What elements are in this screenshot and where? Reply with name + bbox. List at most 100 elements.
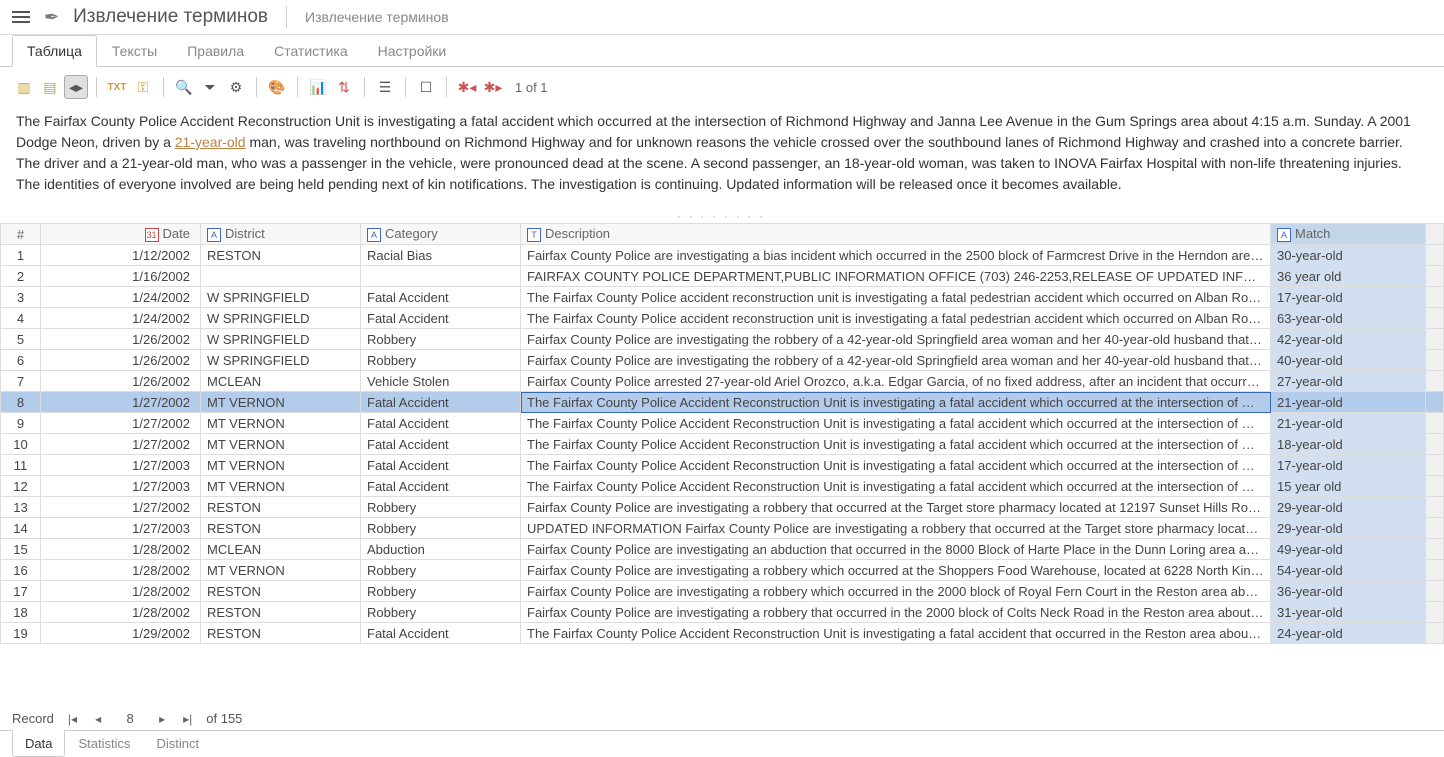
cell-col-num[interactable]: 8 (1, 392, 41, 413)
toolbar-btn-sort-icon[interactable]: ⇅ (332, 75, 356, 99)
horizontal-splitter[interactable]: • • • • • • • • (0, 215, 1444, 223)
cell-col-num[interactable]: 15 (1, 539, 41, 560)
nav-next-icon[interactable]: ▸ (155, 712, 169, 726)
cell-col-match[interactable]: 29-year-old (1271, 518, 1426, 539)
nav-last-icon[interactable]: ▸| (179, 712, 196, 726)
cell-col-district[interactable]: MT VERNON (201, 476, 361, 497)
cell-col-district[interactable]: W SPRINGFIELD (201, 350, 361, 371)
cell-col-description[interactable]: The Fairfax County Police accident recon… (521, 287, 1271, 308)
cell-col-district[interactable]: MT VERNON (201, 413, 361, 434)
table-row[interactable]: 31/24/2002W SPRINGFIELDFatal AccidentThe… (1, 287, 1444, 308)
cell-col-category[interactable]: Robbery (361, 350, 521, 371)
cell-col-match[interactable]: 17-year-old (1271, 287, 1426, 308)
cell-col-match[interactable]: 36-year-old (1271, 581, 1426, 602)
cell-col-district[interactable]: RESTON (201, 518, 361, 539)
cell-col-date[interactable]: 1/27/2002 (41, 497, 201, 518)
cell-col-date[interactable]: 1/26/2002 (41, 329, 201, 350)
cell-col-category[interactable]: Fatal Accident (361, 623, 521, 644)
cell-col-district[interactable]: W SPRINGFIELD (201, 287, 361, 308)
cell-col-district[interactable]: MT VERNON (201, 560, 361, 581)
toolbar-btn-fit-icon[interactable]: ◂▸ (64, 75, 88, 99)
cell-col-date[interactable]: 1/26/2002 (41, 350, 201, 371)
cell-col-match[interactable]: 15 year old (1271, 476, 1426, 497)
cell-col-description[interactable]: The Fairfax County Police Accident Recon… (521, 455, 1271, 476)
cell-col-match[interactable]: 31-year-old (1271, 602, 1426, 623)
cell-col-num[interactable]: 4 (1, 308, 41, 329)
cell-col-match[interactable]: 18-year-old (1271, 434, 1426, 455)
cell-col-description[interactable]: Fairfax County Police are investigating … (521, 245, 1271, 266)
cell-col-description[interactable]: Fairfax County Police are investigating … (521, 329, 1271, 350)
cell-col-description[interactable]: The Fairfax County Police Accident Recon… (521, 623, 1271, 644)
nav-first-icon[interactable]: |◂ (64, 712, 81, 726)
toolbar-btn-checkbox-icon[interactable]: ☐ (414, 75, 438, 99)
cell-col-num[interactable]: 19 (1, 623, 41, 644)
cell-col-district[interactable]: MT VERNON (201, 434, 361, 455)
cell-col-date[interactable]: 1/28/2002 (41, 581, 201, 602)
table-row[interactable]: 121/27/2003MT VERNONFatal AccidentThe Fa… (1, 476, 1444, 497)
cell-col-description[interactable]: Fairfax County Police are investigating … (521, 539, 1271, 560)
cell-col-date[interactable]: 1/28/2002 (41, 602, 201, 623)
toolbar-btn-key-icon[interactable]: ⚿ (131, 75, 155, 99)
cell-col-description[interactable]: The Fairfax County Police Accident Recon… (521, 476, 1271, 497)
cell-col-category[interactable]: Robbery (361, 329, 521, 350)
cell-col-category[interactable]: Racial Bias (361, 245, 521, 266)
cell-col-district[interactable]: MCLEAN (201, 371, 361, 392)
cell-col-category[interactable]: Fatal Accident (361, 308, 521, 329)
cell-col-match[interactable]: 40-year-old (1271, 350, 1426, 371)
header-category[interactable]: ACategory (361, 224, 521, 245)
cell-col-description[interactable]: Fairfax County Police arrested 27-year-o… (521, 371, 1271, 392)
cell-col-district[interactable] (201, 266, 361, 287)
cell-col-description[interactable]: Fairfax County Police are investigating … (521, 560, 1271, 581)
tab-0[interactable]: Таблица (12, 35, 97, 67)
cell-col-district[interactable]: RESTON (201, 581, 361, 602)
cell-col-num[interactable]: 18 (1, 602, 41, 623)
cell-col-description[interactable]: The Fairfax County Police Accident Recon… (521, 413, 1271, 434)
table-row[interactable]: 191/29/2002RESTONFatal AccidentThe Fairf… (1, 623, 1444, 644)
cell-col-description[interactable]: Fairfax County Police are investigating … (521, 602, 1271, 623)
cell-col-description[interactable]: The Fairfax County Police accident recon… (521, 308, 1271, 329)
toolbar-btn-gear-icon[interactable]: ⚙ (224, 75, 248, 99)
cell-col-district[interactable]: MT VERNON (201, 392, 361, 413)
table-row[interactable]: 91/27/2002MT VERNONFatal AccidentThe Fai… (1, 413, 1444, 434)
cell-col-district[interactable]: W SPRINGFIELD (201, 329, 361, 350)
cell-col-district[interactable]: W SPRINGFIELD (201, 308, 361, 329)
header-match[interactable]: AMatch (1271, 224, 1426, 245)
header-num[interactable]: # (1, 224, 41, 245)
cell-col-description[interactable]: The Fairfax County Police Accident Recon… (521, 392, 1271, 413)
cell-col-match[interactable]: 17-year-old (1271, 455, 1426, 476)
cell-col-description[interactable]: UPDATED INFORMATION Fairfax County Polic… (521, 518, 1271, 539)
toolbar-btn-list-icon[interactable]: ☰ (373, 75, 397, 99)
preview-highlight-link[interactable]: 21-year-old (175, 134, 246, 150)
cell-col-category[interactable]: Fatal Accident (361, 434, 521, 455)
cell-col-description[interactable]: FAIRFAX COUNTY POLICE DEPARTMENT,PUBLIC … (521, 266, 1271, 287)
cell-col-num[interactable]: 16 (1, 560, 41, 581)
cell-col-date[interactable]: 1/24/2002 (41, 287, 201, 308)
cell-col-district[interactable]: RESTON (201, 245, 361, 266)
cell-col-category[interactable]: Fatal Accident (361, 476, 521, 497)
cell-col-date[interactable]: 1/27/2002 (41, 392, 201, 413)
table-row[interactable]: 81/27/2002MT VERNONFatal AccidentThe Fai… (1, 392, 1444, 413)
toolbar-btn-columns-icon[interactable]: ▥ (12, 75, 36, 99)
cell-col-category[interactable]: Vehicle Stolen (361, 371, 521, 392)
tab-1[interactable]: Тексты (97, 35, 172, 67)
cell-col-description[interactable]: Fairfax County Police are investigating … (521, 497, 1271, 518)
cell-col-category[interactable]: Robbery (361, 602, 521, 623)
cell-col-category[interactable]: Robbery (361, 560, 521, 581)
tab-2[interactable]: Правила (172, 35, 259, 67)
toolbar-btn-palette-icon[interactable]: 🎨 (265, 75, 289, 99)
cell-col-num[interactable]: 12 (1, 476, 41, 497)
cell-col-district[interactable]: MCLEAN (201, 539, 361, 560)
cell-col-category[interactable]: Robbery (361, 497, 521, 518)
hamburger-menu-icon[interactable] (8, 7, 34, 27)
tab-3[interactable]: Статистика (259, 35, 363, 67)
cell-col-date[interactable]: 1/29/2002 (41, 623, 201, 644)
cell-col-num[interactable]: 10 (1, 434, 41, 455)
cell-col-match[interactable]: 29-year-old (1271, 497, 1426, 518)
table-row[interactable]: 111/27/2003MT VERNONFatal AccidentThe Fa… (1, 455, 1444, 476)
cell-col-district[interactable]: RESTON (201, 497, 361, 518)
toolbar-btn-txt-icon[interactable]: TXT (105, 75, 129, 99)
cell-col-date[interactable]: 1/27/2003 (41, 518, 201, 539)
table-row[interactable]: 51/26/2002W SPRINGFIELDRobberyFairfax Co… (1, 329, 1444, 350)
cell-col-date[interactable]: 1/27/2003 (41, 455, 201, 476)
toolbar-btn-chart-icon[interactable]: 📊 (306, 75, 330, 99)
